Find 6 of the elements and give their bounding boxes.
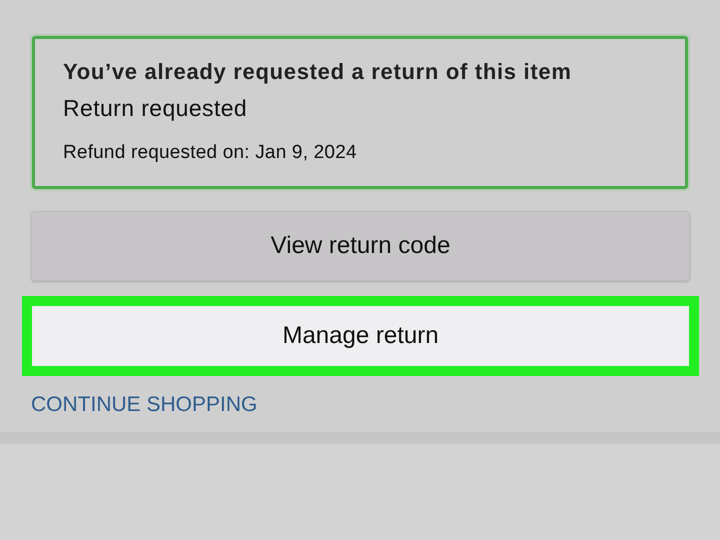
- return-status: Return requested: [63, 95, 248, 122]
- status-heading: You’ve already requested a return of this item: [63, 59, 572, 85]
- view-return-code-button[interactable]: View return code: [31, 211, 690, 281]
- continue-shopping-link[interactable]: CONTINUE SHOPPING: [31, 393, 258, 417]
- manage-return-button[interactable]: Manage return: [22, 296, 699, 376]
- refund-date: Refund requested on: Jan 9, 2024: [63, 142, 357, 164]
